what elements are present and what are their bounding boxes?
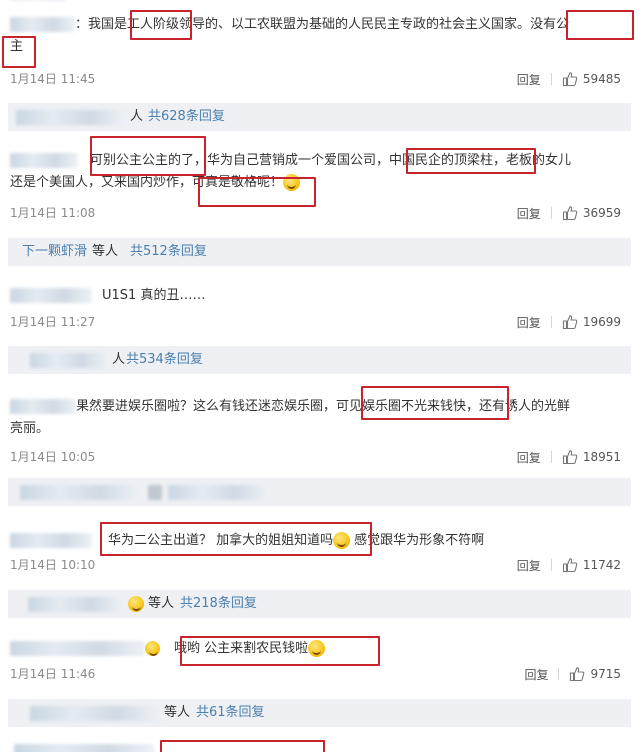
comment-time: 1月14日 10:10 xyxy=(10,558,96,572)
sub-reply-bar[interactable] xyxy=(8,478,631,506)
highlight-box xyxy=(406,148,536,174)
reply-button[interactable]: 回复 xyxy=(517,71,551,88)
divider xyxy=(550,316,552,328)
highlight-box xyxy=(130,10,192,40)
smile-emoji-icon xyxy=(128,596,144,612)
comment-time: 1月14日 10:05 xyxy=(10,450,96,464)
like-count: 9715 xyxy=(590,667,621,681)
comment-body: U1S1 真的丑…… xyxy=(10,285,629,307)
divider xyxy=(550,207,552,219)
thumbs-up-icon[interactable] xyxy=(569,666,585,682)
reply-count-link[interactable]: 共218条回复 xyxy=(180,590,257,618)
comment-time: 1月14日 11:27 xyxy=(10,315,96,329)
sub-reply-bar[interactable]: 等人 共218条回复 xyxy=(8,590,631,618)
reply-count-link[interactable]: 共512条回复 xyxy=(130,238,207,266)
thumbs-up-icon[interactable] xyxy=(562,557,578,573)
reply-button[interactable]: 回复 xyxy=(524,666,558,683)
highlight-box xyxy=(198,177,316,207)
highlight-box xyxy=(90,136,206,176)
thumbs-up-icon[interactable] xyxy=(562,449,578,465)
divider xyxy=(550,73,552,85)
reply-button[interactable]: 回复 xyxy=(517,205,551,222)
highlight-box xyxy=(160,740,325,752)
divider xyxy=(550,559,552,571)
smile-emoji-icon xyxy=(145,641,160,656)
clipped-next-comment xyxy=(0,740,641,752)
divider xyxy=(558,668,560,680)
reply-button[interactable]: 回复 xyxy=(517,314,551,331)
thumbs-up-icon[interactable] xyxy=(562,205,578,221)
reply-count-link[interactable]: 共534条回复 xyxy=(126,346,203,374)
comment-time: 1月14日 11:08 xyxy=(10,206,96,220)
highlight-box xyxy=(180,636,380,666)
comment-time: 1月14日 11:45 xyxy=(10,72,96,86)
sub-reply-bar[interactable]: 人 共628条回复 xyxy=(8,103,631,131)
like-count: 36959 xyxy=(582,206,621,220)
divider xyxy=(550,451,552,463)
comment-body: ：我国是工人阶级领导的、以工农联盟为基础的人民民主专政的社会主义国家。没有公 主 xyxy=(10,17,570,54)
reply-button[interactable]: 回复 xyxy=(517,557,551,574)
like-count: 59485 xyxy=(582,72,621,86)
sub-reply-bar[interactable]: 下一颗虾滑 等人 共512条回复 xyxy=(8,238,631,266)
sub-reply-bar[interactable]: 人 共534条回复 xyxy=(8,346,631,374)
thumbs-up-icon[interactable] xyxy=(562,314,578,330)
reply-count-link[interactable]: 共61条回复 xyxy=(196,699,265,727)
highlight-box xyxy=(566,10,634,40)
like-count: 11742 xyxy=(582,558,621,572)
comment-body: 果然要进娱乐圈啦？这么有钱还迷恋娱乐圈，可见娱乐圈不光来钱快，还有诱人的光鲜 亮… xyxy=(10,399,571,436)
highlight-box xyxy=(2,36,36,68)
thumbs-up-icon[interactable] xyxy=(562,71,578,87)
reply-button[interactable]: 回复 xyxy=(517,449,551,466)
clipped-header xyxy=(10,0,70,4)
comment-time: 1月14日 11:46 xyxy=(10,667,96,681)
reply-count-link[interactable]: 共628条回复 xyxy=(148,103,225,131)
reply-user-link[interactable]: 下一颗虾滑 xyxy=(22,238,87,266)
highlight-box xyxy=(361,386,509,420)
like-count: 19699 xyxy=(582,315,621,329)
blurred-username xyxy=(10,17,75,32)
highlight-box xyxy=(100,522,372,556)
like-count: 18951 xyxy=(582,450,621,464)
sub-reply-bar[interactable]: 等人 共61条回复 xyxy=(8,699,631,727)
